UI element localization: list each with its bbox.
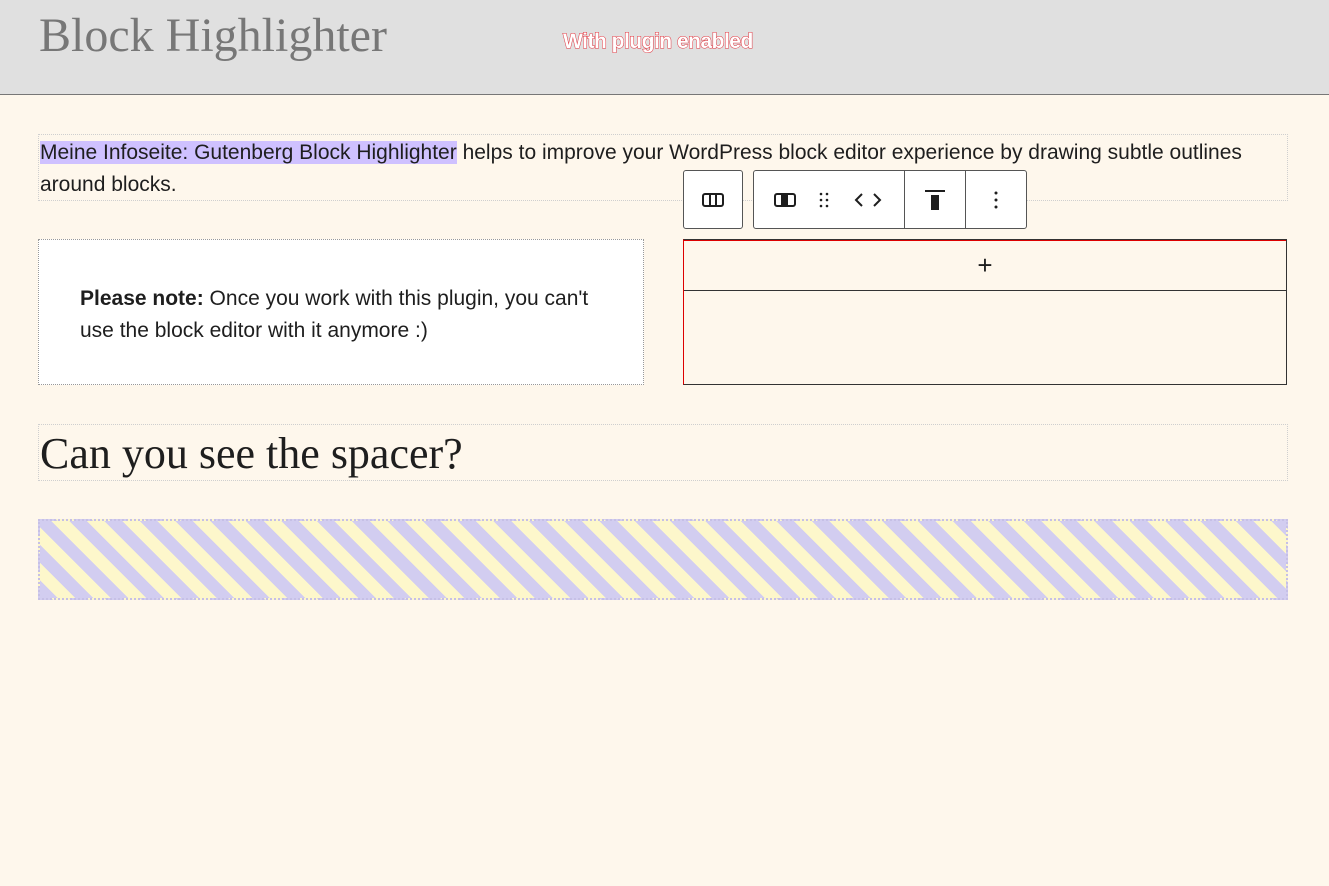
spacer-block[interactable] [38,519,1288,600]
paragraph-block[interactable]: Meine Infoseite: Gutenberg Block Highlig… [38,134,1288,201]
annotation-label: With plugin enabled [563,30,754,54]
drag-icon [819,192,829,207]
note-bold: Please note: [80,287,204,310]
more-vertical-icon [994,191,998,208]
block-toolbar [753,170,1027,229]
site-header: Block Highlighter With plugin enabled [0,0,1329,95]
note-paragraph[interactable]: Please note: Once you work with this plu… [80,283,620,347]
align-top-icon [925,189,945,210]
drag-handle[interactable] [816,171,832,228]
column-icon [774,192,796,207]
column-block-button[interactable] [754,171,816,228]
column-block-1[interactable]: Please note: Once you work with this plu… [38,239,644,385]
column-block-2-selected[interactable]: + [683,239,1287,385]
select-columns-button[interactable] [684,171,742,228]
block-appender-button[interactable]: + [684,240,1286,291]
vertical-align-button[interactable] [905,171,966,228]
highlighted-text: Meine Infoseite: Gutenberg Block Highlig… [40,141,457,164]
parent-selector-group [683,170,743,229]
move-button[interactable] [832,171,905,228]
columns-icon [702,192,724,207]
more-options-button[interactable] [966,171,1026,228]
chevron-left-right-icon [854,192,882,207]
heading-block[interactable]: Can you see the spacer? [38,424,1288,481]
site-title[interactable]: Block Highlighter [39,8,387,63]
